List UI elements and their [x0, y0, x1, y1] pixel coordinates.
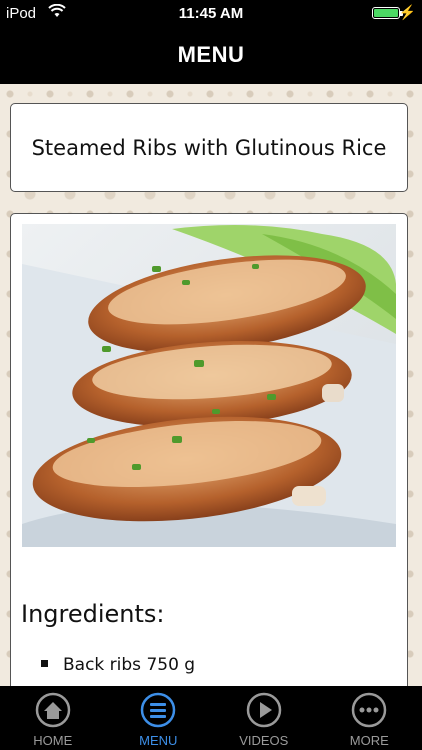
tab-bar: HOME MENU VIDEOS MORE: [0, 686, 422, 750]
recipe-title: Steamed Ribs with Glutinous Rice: [31, 135, 387, 160]
play-icon: [246, 692, 282, 728]
home-icon: [35, 692, 71, 728]
menu-icon: [140, 692, 176, 728]
page-title: MENU: [177, 42, 245, 67]
recipe-photo: [22, 224, 396, 547]
status-bar: iPod 11:45 AM ⚡: [0, 0, 422, 28]
tab-label: MORE: [349, 733, 389, 748]
battery-icon: [372, 7, 400, 19]
tab-more[interactable]: MORE: [317, 686, 422, 750]
tab-home[interactable]: HOME: [0, 686, 106, 750]
tab-label: HOME: [33, 733, 73, 748]
navigation-bar: MENU: [0, 28, 422, 84]
ingredient-item: Back ribs 750 g: [41, 655, 195, 675]
tab-videos[interactable]: VIDEOS: [211, 686, 317, 750]
recipe-content-card[interactable]: Ingredients: Back ribs 750 g: [10, 213, 408, 713]
tab-label: VIDEOS: [239, 733, 289, 748]
bullet-icon: [41, 659, 48, 667]
charging-icon: ⚡: [398, 4, 416, 20]
clock: 11:45 AM: [178, 5, 244, 22]
tab-label: MENU: [139, 733, 178, 748]
tab-menu[interactable]: MENU: [106, 686, 212, 750]
ingredient-text: Back ribs 750 g: [63, 655, 196, 675]
ingredients-heading: Ingredients:: [21, 600, 165, 628]
recipe-title-card: Steamed Ribs with Glutinous Rice: [10, 103, 408, 192]
more-icon: [351, 692, 387, 728]
